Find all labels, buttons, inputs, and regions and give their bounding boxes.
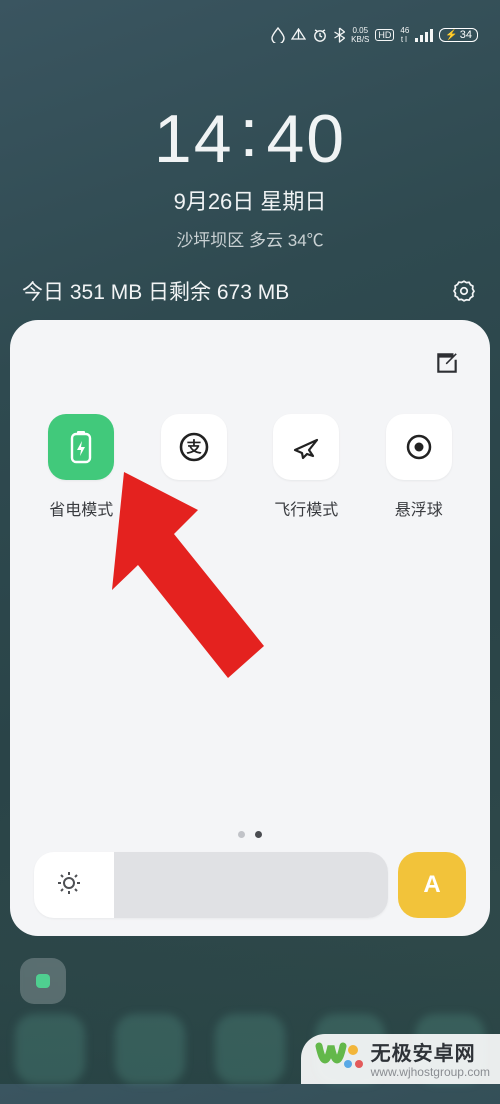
battery-indicator: ⚡ 34 (439, 28, 478, 42)
quick-settings-panel: 省电模式 支 飞行模式 悬浮球 (10, 320, 490, 936)
page-dot-active (255, 831, 262, 838)
brightness-row: A (34, 852, 466, 918)
edit-tiles-button[interactable] (434, 350, 460, 376)
net-speed-unit: KB/S (351, 35, 369, 44)
settings-icon[interactable] (450, 277, 478, 305)
tile-airplane[interactable]: 飞行模式 (273, 414, 339, 520)
page-indicator (34, 831, 466, 838)
water-drop-icon (271, 27, 285, 43)
dnd-icon (291, 28, 306, 43)
airplane-icon (273, 414, 339, 480)
auto-brightness-label: A (423, 871, 440, 899)
tile-label: 飞行模式 (274, 496, 338, 520)
watermark: 无极安卓网 www.wjhostgroup.com (301, 1034, 500, 1084)
watermark-title: 无极安卓网 (371, 1043, 490, 1066)
watermark-logo-icon (315, 1040, 365, 1082)
hd-badge: HD (375, 29, 394, 41)
tiles-row: 省电模式 支 飞行模式 悬浮球 (34, 414, 466, 520)
lockscreen-clock: 14:40 9月26日 星期日 沙坪坝区 多云 34℃ (0, 100, 500, 251)
data-usage-text: 今日 351 MB 日剩余 673 MB (22, 276, 289, 306)
alarm-icon (312, 27, 328, 43)
clock-time: 14:40 (0, 100, 500, 178)
target-icon (386, 414, 452, 480)
bolt-icon: ⚡ (445, 30, 457, 41)
signal-icon (415, 28, 433, 42)
battery-saver-icon (48, 414, 114, 480)
net-speed-indicator: 0.05 KB/S (351, 26, 369, 44)
network-type: 46 tl (400, 26, 409, 44)
tile-alipay[interactable]: 支 (161, 414, 227, 520)
tile-float-ball[interactable]: 悬浮球 (386, 414, 452, 520)
clock-date: 9月26日 星期日 (0, 184, 500, 216)
sun-icon (56, 870, 82, 901)
alipay-icon: 支 (161, 414, 227, 480)
tile-label: 省电模式 (49, 496, 113, 520)
clock-weather: 沙坪坝区 多云 34℃ (0, 226, 500, 251)
page-dot (238, 831, 245, 838)
auto-brightness-button[interactable]: A (398, 852, 466, 918)
svg-text:支: 支 (185, 438, 202, 456)
tile-power-save[interactable]: 省电模式 (48, 414, 114, 520)
data-usage-row: 今日 351 MB 日剩余 673 MB (0, 276, 500, 306)
dock-app-shortcut[interactable] (20, 958, 66, 1004)
bluetooth-icon (334, 27, 345, 43)
battery-percent: 34 (460, 29, 472, 41)
watermark-url: www.wjhostgroup.com (371, 1066, 490, 1080)
brightness-slider[interactable] (34, 852, 388, 918)
status-bar: 0.05 KB/S HD 46 tl ⚡ 34 (0, 0, 500, 70)
net-speed-value: 0.05 (351, 26, 369, 35)
tile-label: 悬浮球 (395, 496, 443, 520)
